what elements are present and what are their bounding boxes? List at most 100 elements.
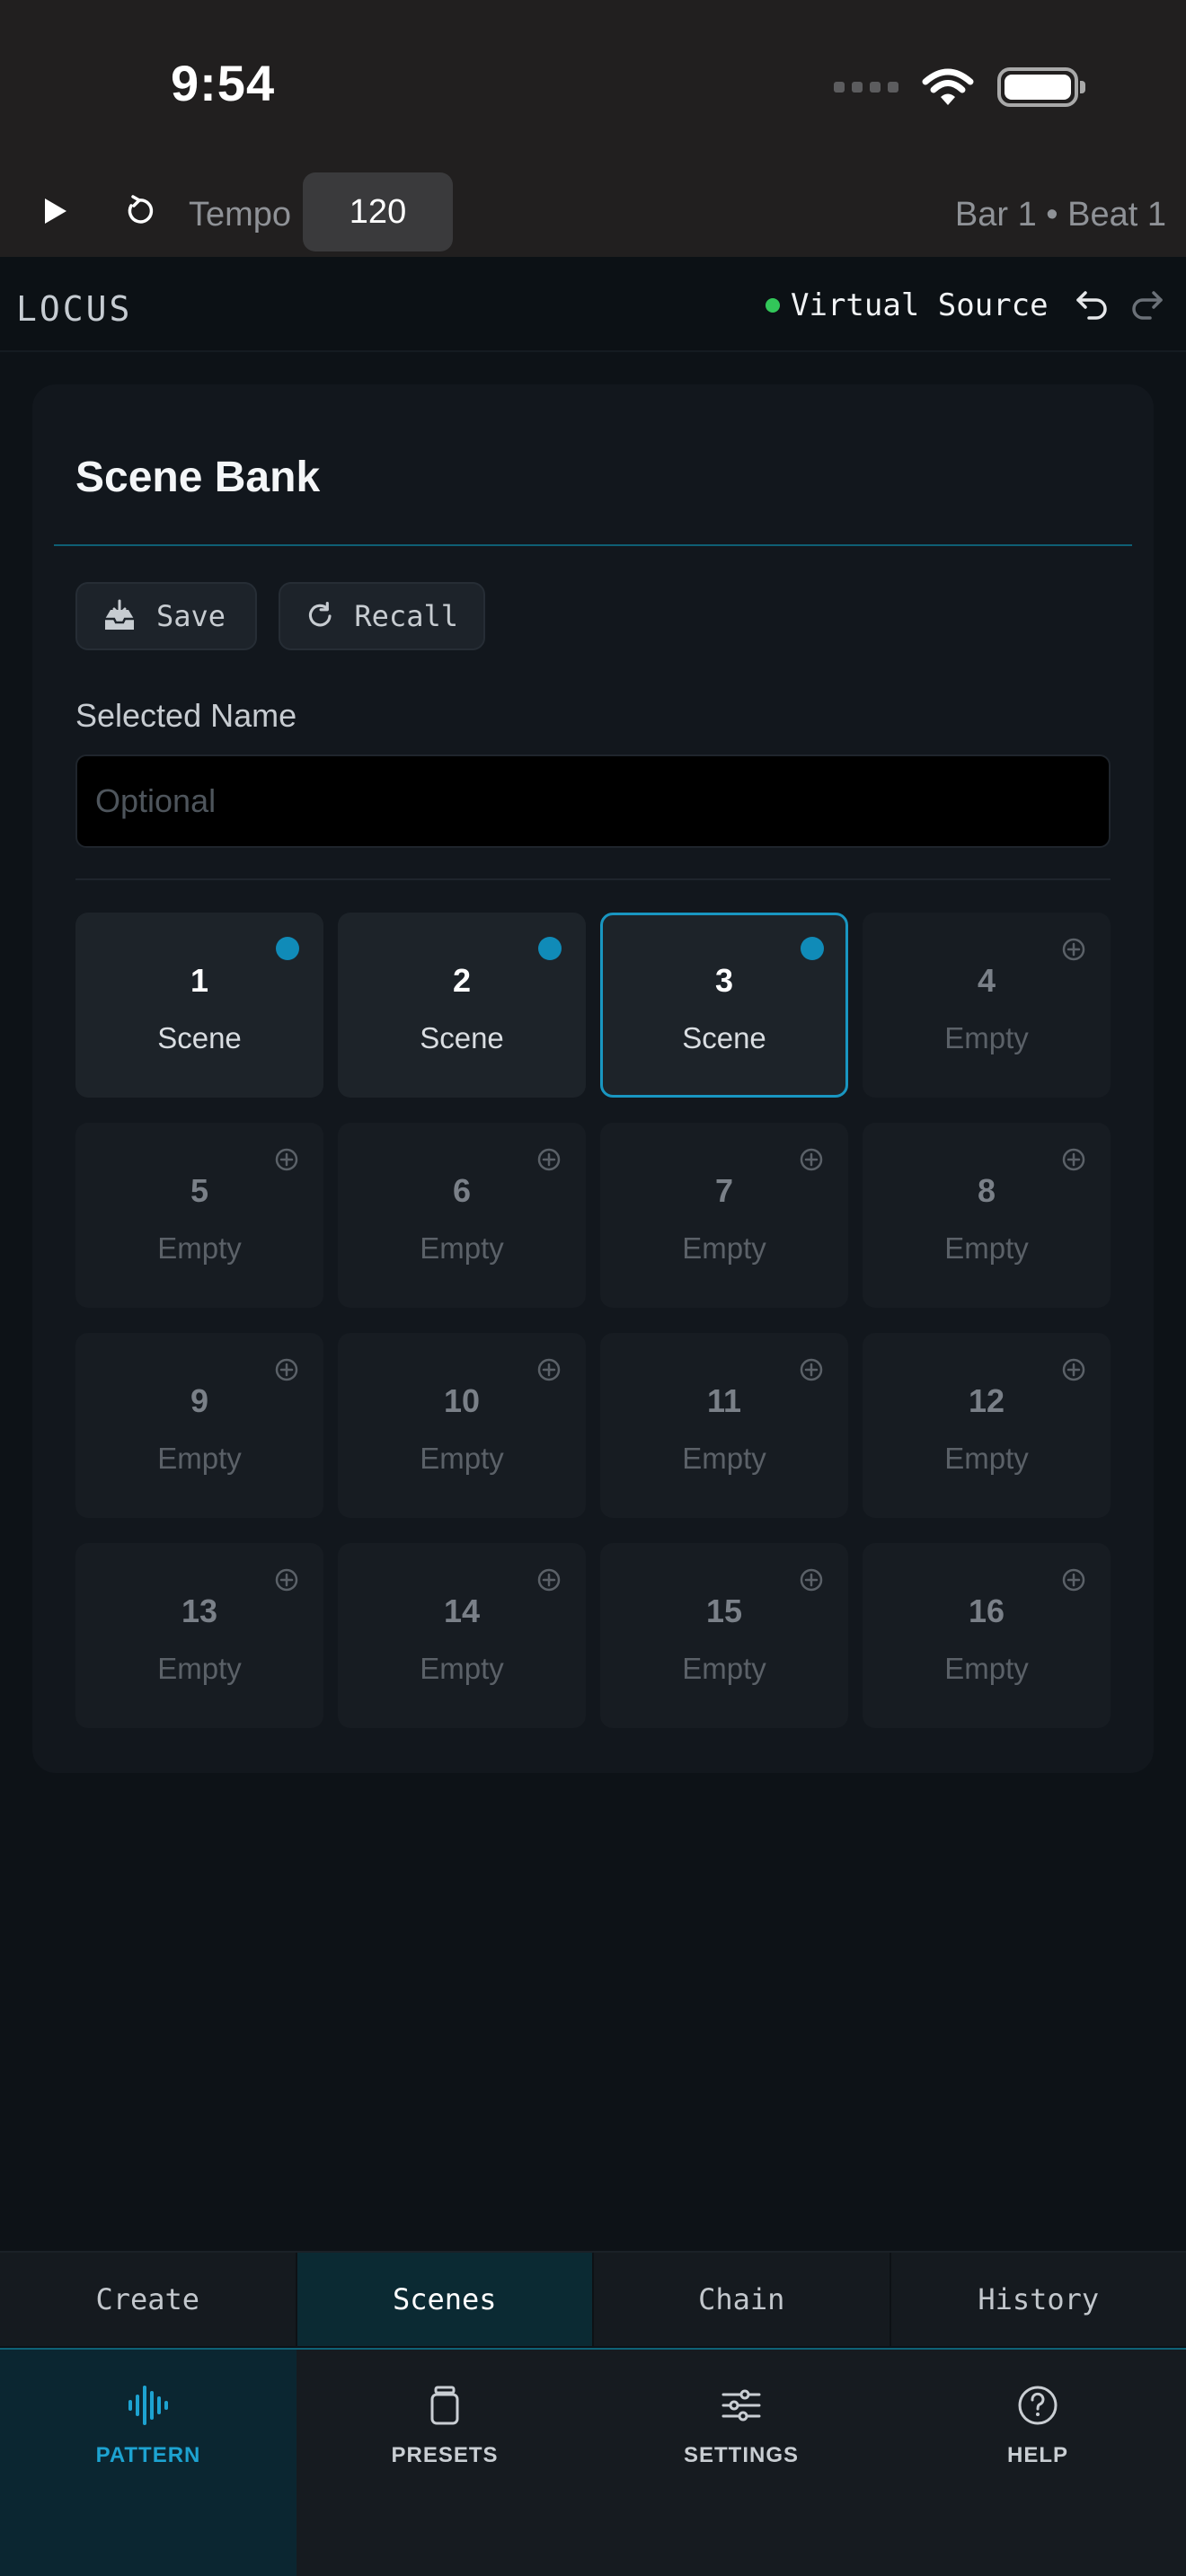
scene-slot[interactable]: 11 Empty bbox=[600, 1333, 848, 1518]
add-circle-icon bbox=[537, 1358, 561, 1381]
nav-presets[interactable]: PRESETS bbox=[296, 2350, 593, 2576]
scene-slot[interactable]: 10 Empty bbox=[338, 1333, 586, 1518]
wifi-icon bbox=[922, 68, 974, 105]
scene-slot[interactable]: 1 Scene bbox=[75, 913, 323, 1098]
add-circle-icon bbox=[1062, 1358, 1085, 1381]
midi-source-selector[interactable]: Virtual Source bbox=[766, 287, 1049, 323]
nav-label: PRESETS bbox=[391, 2443, 499, 2467]
scene-slot[interactable]: 4 Empty bbox=[863, 913, 1111, 1098]
nav-label: PATTERN bbox=[95, 2443, 201, 2467]
save-tray-icon bbox=[105, 599, 134, 630]
play-button[interactable] bbox=[34, 190, 75, 232]
save-scene-button[interactable]: Save bbox=[75, 582, 257, 650]
scene-slot-status: Empty bbox=[944, 1021, 1029, 1054]
scene-slot-number: 11 bbox=[706, 1382, 742, 1419]
tempo-input[interactable]: 120 bbox=[303, 172, 453, 251]
scene-slot-number: 15 bbox=[705, 1592, 743, 1629]
scene-slot[interactable]: 9 Empty bbox=[75, 1333, 323, 1518]
scene-slot[interactable]: 12 Empty bbox=[863, 1333, 1111, 1518]
undo-button[interactable] bbox=[1073, 284, 1112, 323]
transport-bar: Tempo 120 Bar 1 • Beat 1 bbox=[0, 171, 1186, 257]
tab-history[interactable]: History bbox=[891, 2253, 1186, 2346]
add-circle-icon bbox=[1062, 1148, 1085, 1171]
scene-slot-status: Empty bbox=[944, 1652, 1029, 1685]
scene-stored-indicator bbox=[276, 937, 299, 960]
scene-slot-number: 16 bbox=[968, 1592, 1005, 1629]
scene-slot[interactable]: 13 Empty bbox=[75, 1543, 323, 1728]
app-header: LOCUS Virtual Source bbox=[0, 257, 1186, 352]
scene-slot-number: 3 bbox=[714, 962, 734, 999]
add-circle-icon bbox=[275, 1148, 298, 1171]
scene-slot-status: Empty bbox=[944, 1442, 1029, 1475]
add-circle-icon bbox=[800, 1568, 823, 1592]
nav-pattern[interactable]: PATTERN bbox=[0, 2350, 296, 2576]
connection-status-icon bbox=[766, 298, 780, 313]
scene-slot-number: 6 bbox=[452, 1172, 472, 1209]
section-tabs: Create Scenes Chain History bbox=[0, 2251, 1186, 2346]
tab-create[interactable]: Create bbox=[0, 2253, 297, 2346]
scene-slot-status: Empty bbox=[944, 1231, 1029, 1265]
add-circle-icon bbox=[800, 1148, 823, 1171]
scene-slot-number: 9 bbox=[190, 1382, 209, 1419]
scene-slot-number: 14 bbox=[443, 1592, 481, 1629]
scene-slot[interactable]: 7 Empty bbox=[600, 1123, 848, 1308]
tempo-label: Tempo bbox=[189, 196, 292, 234]
waveform-icon bbox=[125, 2382, 172, 2429]
scene-name-input[interactable] bbox=[75, 754, 1111, 848]
scene-slot-status: Empty bbox=[420, 1231, 504, 1265]
scene-slot[interactable]: 8 Empty bbox=[863, 1123, 1111, 1308]
scene-slot-number: 4 bbox=[977, 962, 996, 999]
reset-button[interactable] bbox=[119, 190, 160, 232]
scene-stored-indicator bbox=[801, 937, 824, 960]
scene-slot[interactable]: 15 Empty bbox=[600, 1543, 848, 1728]
scene-bank-card: Scene Bank Save Recall Selected Name 1 Sc… bbox=[32, 384, 1154, 1773]
redo-icon bbox=[1132, 291, 1163, 320]
scene-slot[interactable]: 6 Empty bbox=[338, 1123, 586, 1308]
scene-slot-number: 7 bbox=[714, 1172, 734, 1209]
scene-slot[interactable]: 16 Empty bbox=[863, 1543, 1111, 1728]
reset-icon bbox=[128, 195, 154, 224]
add-circle-icon bbox=[1062, 938, 1085, 961]
help-icon bbox=[1014, 2382, 1061, 2429]
scene-slot-status: Empty bbox=[420, 1652, 504, 1685]
add-circle-icon bbox=[275, 1358, 298, 1381]
nav-label: SETTINGS bbox=[683, 2443, 799, 2467]
cellular-signal-icon bbox=[834, 82, 898, 93]
scene-slot-number: 13 bbox=[181, 1592, 218, 1629]
scene-slot-number: 5 bbox=[190, 1172, 209, 1209]
scene-slot-number: 10 bbox=[443, 1382, 481, 1419]
redo-button[interactable] bbox=[1127, 284, 1166, 323]
scene-slot[interactable]: 3 Scene bbox=[600, 913, 848, 1098]
tab-chain[interactable]: Chain bbox=[594, 2253, 891, 2346]
tab-scenes[interactable]: Scenes bbox=[296, 2253, 594, 2346]
scene-slot[interactable]: 2 Scene bbox=[338, 913, 586, 1098]
jar-icon bbox=[421, 2382, 468, 2429]
scene-slot-status: Empty bbox=[420, 1442, 504, 1475]
midi-source-label: Virtual Source bbox=[791, 287, 1049, 323]
add-circle-icon bbox=[537, 1148, 561, 1171]
add-circle-icon bbox=[275, 1568, 298, 1592]
scene-stored-indicator bbox=[538, 937, 562, 960]
recall-scene-button[interactable]: Recall bbox=[279, 582, 485, 650]
selected-name-label: Selected Name bbox=[75, 697, 297, 734]
scene-slot[interactable]: 5 Empty bbox=[75, 1123, 323, 1308]
app-brand: LOCUS bbox=[16, 289, 133, 329]
add-circle-icon bbox=[1062, 1568, 1085, 1592]
scene-slot-number: 1 bbox=[190, 962, 209, 999]
scene-slot-status: Scene bbox=[157, 1021, 242, 1054]
scene-slot-status: Empty bbox=[157, 1652, 242, 1685]
bottom-navigation: PATTERN PRESETS SETTINGS HELP bbox=[0, 2348, 1186, 2576]
nav-settings[interactable]: SETTINGS bbox=[593, 2350, 890, 2576]
status-icons bbox=[834, 65, 1085, 110]
battery-icon bbox=[997, 67, 1085, 107]
scene-slot[interactable]: 14 Empty bbox=[338, 1543, 586, 1728]
undo-icon bbox=[1076, 291, 1107, 320]
nav-help[interactable]: HELP bbox=[890, 2350, 1186, 2576]
scene-grid: 1 Scene 2 Scene 3 Scene 4 Empty 5 Empty 6 Empty 7 Emp… bbox=[75, 913, 1111, 1728]
scene-slot-status: Scene bbox=[420, 1021, 504, 1054]
scene-slot-status: Empty bbox=[682, 1652, 766, 1685]
scene-slot-status: Empty bbox=[157, 1442, 242, 1475]
scene-slot-status: Empty bbox=[157, 1231, 242, 1265]
status-time: 9:54 bbox=[171, 55, 276, 111]
scene-slot-status: Scene bbox=[682, 1021, 766, 1054]
